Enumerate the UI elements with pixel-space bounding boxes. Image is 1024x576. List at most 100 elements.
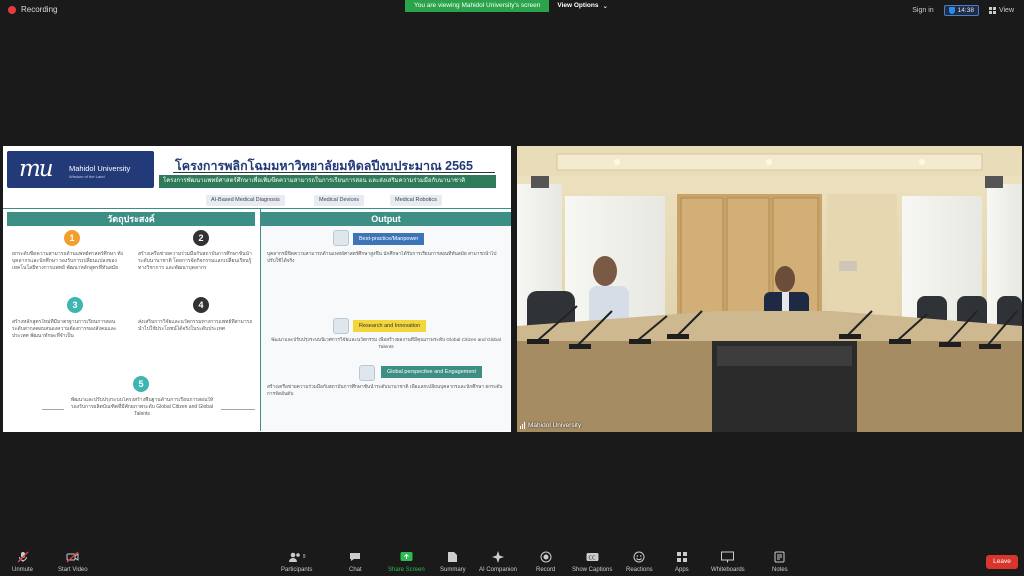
tag-ai-diagnosis: AI-Based Medical Diagnosis [206, 195, 285, 206]
recording-label: Recording [21, 5, 58, 14]
summary-button[interactable]: Summary [440, 551, 466, 573]
start-video-label: Start Video [58, 567, 88, 573]
objective-text-3: สร้างหลักสูตรใหม่ที่มีมาตรฐานการเรียนการ… [12, 319, 117, 339]
recording-indicator[interactable]: Recording [8, 5, 57, 14]
captions-icon: CC [586, 551, 599, 563]
objective-number-3: 3 [67, 297, 83, 313]
apps-icon [676, 551, 688, 563]
show-captions-label: Show Captions [572, 567, 613, 573]
view-label: View [998, 7, 1014, 14]
reactions-button[interactable]: Reactions [626, 551, 653, 573]
objective-number-2: 2 [193, 230, 209, 246]
ai-companion-button[interactable]: AI Companion [479, 551, 517, 573]
tag-medical-devices: Medical Devices [314, 195, 365, 206]
output-text-research: พัฒนาและปรับปรุงระบบนิเวศการวิจัยและนวัต… [271, 338, 501, 350]
objective-text-5: พัฒนาและปรับปรุงระบบโครงสร้างพื้นฐานด้าน… [70, 397, 214, 417]
unmute-label: Unmute [12, 567, 34, 573]
objective-text-2: สร้างเครือข่ายความร่วมมือกับสถาบันการศึก… [138, 251, 252, 271]
participants-label: Participants [281, 567, 313, 573]
title-divider [173, 172, 495, 173]
video-off-icon [66, 551, 80, 563]
whiteboard-icon [721, 551, 735, 563]
chat-label: Chat [349, 567, 362, 573]
recording-dot-icon [8, 5, 16, 14]
notes-button[interactable]: Notes [772, 551, 788, 573]
record-icon [540, 551, 552, 563]
output-label-research: Research and Innovation [353, 320, 427, 332]
objective-number-5: 5 [133, 376, 149, 392]
meeting-info-badge[interactable]: 14:38 [943, 5, 979, 16]
ai-companion-label: AI Companion [479, 567, 518, 573]
share-banner: You are viewing Mahidol University's scr… [405, 0, 616, 12]
view-options-button[interactable]: View Options ⌄ [549, 0, 616, 12]
show-captions-button[interactable]: CC Show Captions [572, 551, 612, 573]
objective-number-1: 1 [64, 230, 80, 246]
top-bar: Recording You are viewing Mahidol Univer… [0, 0, 1024, 22]
participants-icon: 9 [288, 551, 306, 563]
objective-text-4: ส่งเสริมการวิจัยและนวัตกรรมทางการแพทย์ที… [138, 319, 253, 332]
participant-name-label: Mahidol University [520, 422, 581, 429]
record-button[interactable]: Record [536, 551, 555, 573]
leave-button[interactable]: Leave [986, 555, 1018, 569]
share-screen-icon [400, 551, 413, 563]
output-text-manpower: บุคลากรมีขีดความสามารถด้านแพทย์ศาสตร์ศึก… [267, 252, 497, 264]
view-button[interactable]: View [988, 7, 1014, 14]
record-label: Record [536, 567, 556, 573]
summary-icon [447, 551, 458, 563]
participants-count: 9 [302, 554, 306, 560]
output-panel: Output Best-practice/Manpower บุคลากรมีข… [260, 209, 511, 431]
chat-button[interactable]: Chat [349, 551, 362, 573]
meeting-toolbar: Unmute Start Video 9 Participants Chat S… [0, 548, 1024, 576]
summary-label: Summary [440, 567, 466, 573]
svg-text:CC: CC [588, 555, 595, 561]
slide-title: โครงการพลิกโฉมมหาวิทยาลัยมหิดลปีงบประมาณ… [175, 159, 473, 173]
reactions-icon [633, 551, 645, 563]
logo-name: Mahidol University [69, 164, 131, 173]
global-icon [359, 365, 375, 381]
objectives-heading: วัตถุประสงค์ [7, 212, 255, 226]
apps-button[interactable]: Apps [675, 551, 689, 573]
output-heading: Output [261, 212, 511, 226]
ai-companion-icon [492, 551, 505, 563]
logo-subtitle: Wisdom of the Land [69, 174, 105, 179]
view-options-label: View Options [557, 2, 599, 9]
output-label-manpower: Best-practice/Manpower [353, 233, 425, 245]
objective-text-1: ยกระดับขีดความสามารถด้านแพทย์ศาสตร์ศึกษา… [12, 251, 123, 271]
research-icon [333, 318, 349, 334]
microphone-muted-icon [17, 551, 29, 563]
tag-medical-robotics: Medical Robotics [390, 195, 442, 206]
start-video-button[interactable]: Start Video [58, 551, 88, 573]
output-label-global: Global perspective and Engagement [381, 366, 482, 378]
connector-line [221, 409, 255, 410]
chat-icon [349, 551, 361, 563]
chevron-down-icon: ⌄ [602, 3, 608, 10]
apps-label: Apps [675, 567, 689, 573]
signal-bars-icon [520, 422, 525, 429]
shared-screen: mu Mahidol University Wisdom of the Land… [3, 146, 511, 432]
grid-view-icon [988, 7, 996, 14]
objectives-panel: วัตถุประสงค์ 1 ยกระดับขีดความสามารถด้านแ… [7, 209, 257, 431]
reactions-label: Reactions [626, 567, 653, 573]
notes-label: Notes [772, 567, 788, 573]
output-text-global: สร้างเครือข่ายความร่วมมือกับสถาบันการศึก… [267, 385, 503, 397]
share-screen-label: Share Screen [388, 567, 425, 573]
notes-icon [774, 551, 785, 563]
security-shield-icon [948, 7, 955, 14]
connector-line [42, 409, 64, 410]
participant-video-tile[interactable]: Mahidol University [517, 146, 1022, 432]
screen-share-notice: You are viewing Mahidol University's scr… [405, 0, 550, 12]
unmute-button[interactable]: Unmute [12, 551, 33, 573]
participant-name: Mahidol University [528, 422, 582, 429]
objective-number-4: 4 [193, 297, 209, 313]
logo-mark: mu [19, 156, 54, 182]
top-right-controls: Sign in 14:38 View [912, 5, 1014, 16]
share-screen-button[interactable]: Share Screen [388, 551, 425, 573]
manpower-icon [333, 230, 349, 246]
whiteboards-label: Whiteboards [711, 567, 745, 573]
sign-in-link[interactable]: Sign in [912, 7, 933, 14]
participants-button[interactable]: 9 Participants [281, 551, 312, 573]
whiteboards-button[interactable]: Whiteboards [711, 551, 745, 573]
slide-subtitle: โครงการพัฒนาแพทย์ศาสตร์ศึกษาเพื่อเพิ่มขี… [159, 175, 496, 188]
conference-room-video [517, 146, 1022, 432]
meeting-time: 14:38 [957, 7, 974, 14]
